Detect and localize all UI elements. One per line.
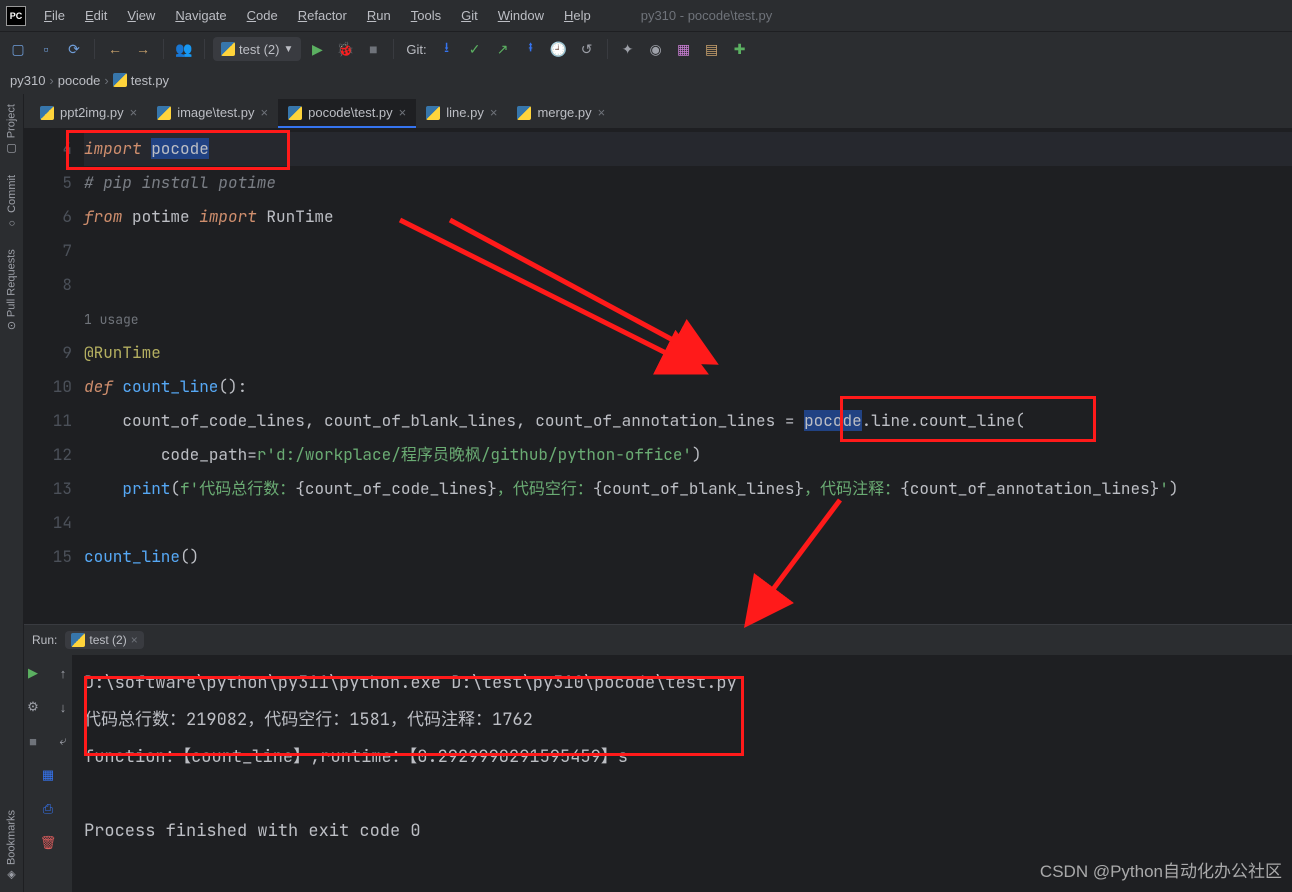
run-icon[interactable]: ▶ xyxy=(305,37,329,61)
run-panel: Run: test (2) × ▶ ↑ ⚙ ↓ ■ ⤶ xyxy=(24,624,1292,892)
rerun-icon[interactable]: ▶ xyxy=(21,661,45,685)
commit-tool[interactable]: ○ Commit xyxy=(6,175,18,229)
commit-icon[interactable]: ✓ xyxy=(463,37,487,61)
close-icon[interactable]: × xyxy=(130,105,138,120)
toolbar: ▢ ▫ ⟳ ← → 👥 test (2) ▼ ▶ 🐞 ■ Git: ⭳ ✓ ↗ … xyxy=(0,32,1292,66)
python-icon xyxy=(157,106,171,120)
menu-file[interactable]: File xyxy=(34,4,75,27)
rollback-icon[interactable]: ↺ xyxy=(575,37,599,61)
close-icon[interactable]: × xyxy=(261,105,269,120)
code-with-me-icon[interactable]: 👥 xyxy=(172,37,196,61)
python-icon xyxy=(113,73,127,87)
python-icon xyxy=(40,106,54,120)
line-gutter: 456789101112131415 xyxy=(24,128,84,624)
debug-icon[interactable]: 🐞 xyxy=(333,37,357,61)
menu-help[interactable]: Help xyxy=(554,4,601,27)
update-icon[interactable]: ⭳ xyxy=(435,37,459,61)
editor-tab[interactable]: ppt2img.py× xyxy=(30,99,147,128)
save-icon[interactable]: ▫ xyxy=(34,37,58,61)
code-editor[interactable]: 456789101112131415 import pocode# pip in… xyxy=(24,128,1292,624)
window-title: py310 - pocode\test.py xyxy=(641,8,773,23)
run-tab[interactable]: test (2) × xyxy=(65,631,143,649)
breadcrumbs: py310 › pocode › test.py xyxy=(0,66,1292,94)
layout-icon[interactable]: ▦ xyxy=(36,763,60,787)
code-area[interactable]: import pocode# pip install potimefrom po… xyxy=(84,128,1292,624)
breadcrumb-item[interactable]: py310 xyxy=(10,73,45,88)
grid-icon[interactable]: ▦ xyxy=(672,37,696,61)
menu-navigate[interactable]: Navigate xyxy=(165,4,236,27)
app-logo: PC xyxy=(6,6,26,26)
watermark: CSDN @Python自动化办公社区 xyxy=(1040,857,1282,882)
pull-requests-tool[interactable]: ⊙ Pull Requests xyxy=(5,249,18,330)
menu-view[interactable]: View xyxy=(117,4,165,27)
run-panel-label: Run: xyxy=(32,633,57,647)
print-icon[interactable]: ⎙ xyxy=(36,797,60,821)
git-label: Git: xyxy=(406,42,426,57)
python-icon xyxy=(517,106,531,120)
services-icon[interactable]: ◉ xyxy=(644,37,668,61)
chevron-down-icon: ▼ xyxy=(283,44,293,55)
python-icon xyxy=(221,42,235,56)
menu-code[interactable]: Code xyxy=(237,4,288,27)
menu-run[interactable]: Run xyxy=(357,4,401,27)
menu-window[interactable]: Window xyxy=(488,4,554,27)
forward-icon[interactable]: → xyxy=(131,37,155,61)
breadcrumb-item[interactable]: pocode xyxy=(58,73,101,88)
stop-run-icon[interactable]: ■ xyxy=(21,729,45,753)
bookmarks-tool[interactable]: ◈ Bookmarks xyxy=(5,810,18,882)
close-icon[interactable]: × xyxy=(131,633,138,647)
history-icon[interactable]: 🕘 xyxy=(547,37,571,61)
menu-edit[interactable]: Edit xyxy=(75,4,117,27)
menu-refactor[interactable]: Refactor xyxy=(288,4,357,27)
menu-tools[interactable]: Tools xyxy=(401,4,451,27)
run-tool-strip: ▶ ↑ ⚙ ↓ ■ ⤶ ▦ ⎙ 🗑 xyxy=(24,655,72,892)
delete-icon[interactable]: 🗑 xyxy=(36,831,60,855)
python-icon xyxy=(288,106,302,120)
editor-tabs: ppt2img.py×image\test.py×pocode\test.py×… xyxy=(24,94,1292,128)
close-icon[interactable]: × xyxy=(598,105,606,120)
python-icon xyxy=(426,106,440,120)
back-icon[interactable]: ← xyxy=(103,37,127,61)
project-tool[interactable]: ▢ Project xyxy=(5,104,18,155)
settings-icon[interactable]: ⚙ xyxy=(21,695,45,719)
puzzle-icon[interactable]: ✚ xyxy=(728,37,752,61)
close-icon[interactable]: × xyxy=(399,105,407,120)
ai-assistant-icon[interactable]: ✦ xyxy=(616,37,640,61)
editor-tab[interactable]: image\test.py× xyxy=(147,99,278,128)
left-tool-strip: ▢ Project ○ Commit ⊙ Pull Requests ◈ Boo… xyxy=(0,94,24,892)
breadcrumb-item[interactable]: test.py xyxy=(131,73,169,88)
menu-git[interactable]: Git xyxy=(451,4,488,27)
menu-bar: PC FileEditViewNavigateCodeRefactorRunTo… xyxy=(0,0,1292,32)
push-icon[interactable]: ↗ xyxy=(491,37,515,61)
editor-tab[interactable]: line.py× xyxy=(416,99,507,128)
reload-icon[interactable]: ⟳ xyxy=(62,37,86,61)
editor-tab[interactable]: merge.py× xyxy=(507,99,615,128)
close-icon[interactable]: × xyxy=(490,105,498,120)
open-icon[interactable]: ▢ xyxy=(6,37,30,61)
pull-icon[interactable]: ⭻ xyxy=(519,37,543,61)
editor-tab[interactable]: pocode\test.py× xyxy=(278,99,416,128)
python-icon xyxy=(71,633,85,647)
run-config-selector[interactable]: test (2) ▼ xyxy=(213,37,301,61)
toolbox-icon[interactable]: ▤ xyxy=(700,37,724,61)
stop-icon[interactable]: ■ xyxy=(361,37,385,61)
run-config-label: test (2) xyxy=(239,42,279,57)
